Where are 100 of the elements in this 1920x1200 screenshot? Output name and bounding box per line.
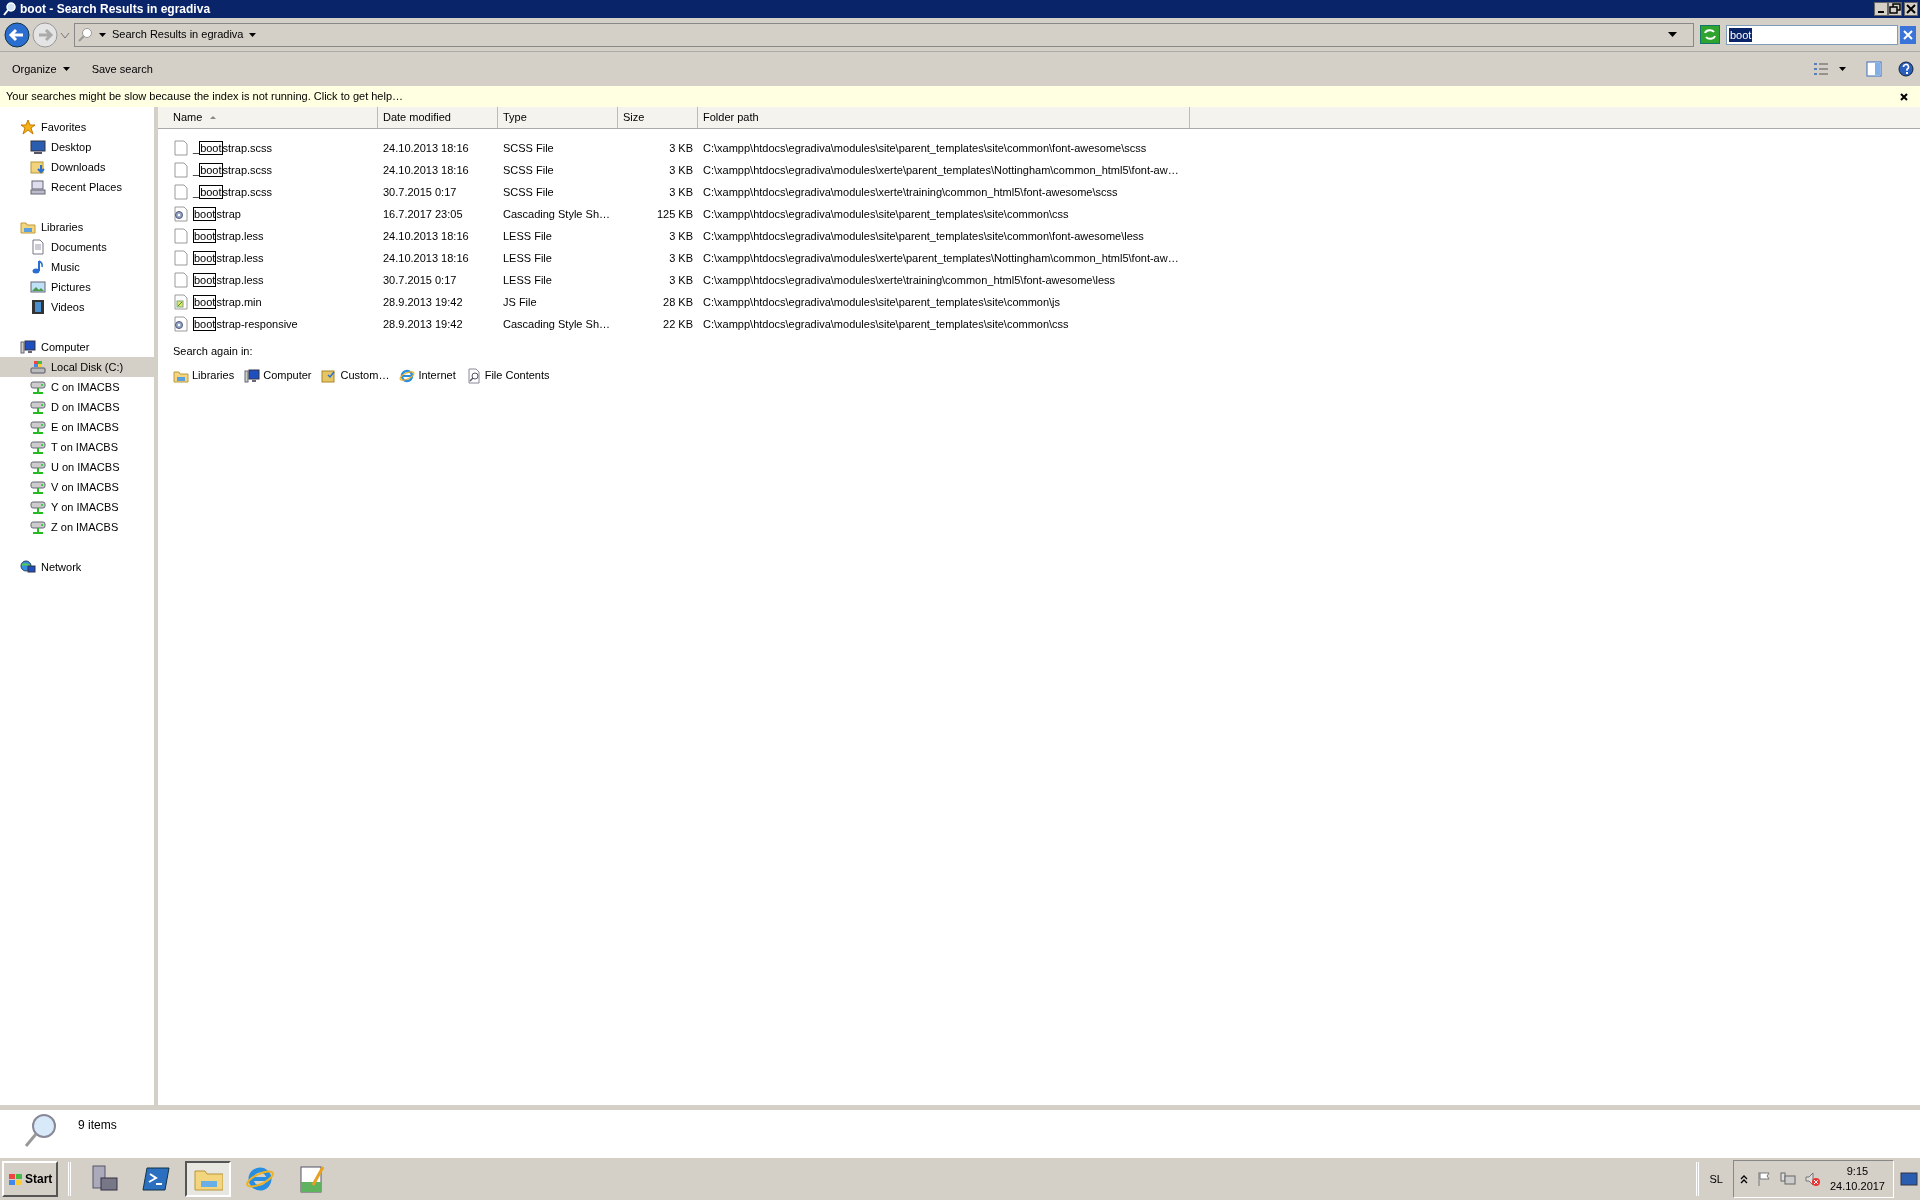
type-cell: LESS File — [503, 229, 552, 242]
info-message[interactable]: Your searches might be slow because the index is not running. Click to get help… — [6, 88, 404, 105]
clear-search-button[interactable] — [1900, 25, 1916, 44]
folder-path-cell: C:\xampp\htdocs\egradiva\modules\site\parent_templates\site\common\css — [703, 317, 1069, 330]
caret-icon — [62, 66, 70, 72]
nav-item[interactable]: Network — [0, 557, 154, 577]
show-desktop-icon[interactable] — [1900, 1170, 1918, 1188]
nav-item[interactable]: T on IMACBS — [0, 437, 154, 457]
dropdown-icon[interactable] — [1668, 31, 1677, 38]
restore-button[interactable] — [1888, 2, 1902, 16]
nav-item[interactable]: Local Disk (C:) — [0, 357, 154, 377]
nav-item[interactable]: Z on IMACBS — [0, 517, 154, 537]
folder-path-cell: C:\xampp\htdocs\egradiva\modules\site\parent_templates\site\common\font-awesome\scss — [703, 141, 1147, 154]
search-field[interactable]: boot — [1726, 24, 1898, 45]
date-cell: 30.7.2015 0:17 — [383, 273, 457, 286]
picture-icon — [30, 279, 46, 295]
file-name: _bootstrap.scss — [193, 161, 273, 179]
nav-item[interactable]: Libraries — [0, 217, 154, 237]
caret-icon[interactable] — [1839, 66, 1846, 72]
type-cell: LESS File — [503, 273, 552, 286]
nav-item[interactable]: Videos — [0, 297, 154, 317]
column-header[interactable]: Type — [498, 107, 618, 128]
back-button[interactable] — [4, 21, 30, 48]
search-location-button[interactable]: Libraries — [173, 365, 235, 386]
computer-icon — [244, 367, 261, 384]
toolbar-button[interactable]: Organize — [6, 57, 76, 81]
type-cell: Cascading Style Sh… — [503, 207, 610, 220]
nav-item[interactable]: Pictures — [0, 277, 154, 297]
info-bar[interactable]: Your searches might be slow because the index is not running. Click to get help… — [0, 86, 1920, 107]
file-name: bootstrap.less — [193, 271, 264, 289]
nav-item[interactable]: D on IMACBS — [0, 397, 154, 417]
breadcrumb-item[interactable]: Search Results in egradiva — [112, 26, 244, 43]
file-name: bootstrap — [193, 205, 241, 223]
search-location-button[interactable]: Computer — [244, 365, 312, 386]
nav-item[interactable]: Music — [0, 257, 154, 277]
nav-item[interactable]: Recent Places — [0, 177, 154, 197]
nav-item[interactable]: Favorites — [0, 117, 154, 137]
preview-pane-icon[interactable] — [1866, 61, 1882, 77]
file-name: bootstrap-responsive — [193, 315, 298, 333]
blank-file-icon — [173, 184, 189, 200]
search-location-button[interactable]: Internet — [399, 365, 456, 386]
drive-icon — [30, 359, 46, 375]
search-again-label: Search again in: — [173, 344, 253, 359]
close-button[interactable] — [1904, 2, 1918, 16]
column-header[interactable]: Name — [158, 107, 378, 128]
flag-icon[interactable] — [1755, 1171, 1772, 1187]
size-cell-text: 3 KB — [669, 228, 693, 244]
column-header[interactable]: Date modified — [378, 107, 498, 128]
chevron-up-icon[interactable] — [1739, 1174, 1748, 1184]
minimize-button[interactable] — [1874, 2, 1888, 16]
nav-item[interactable]: C on IMACBS — [0, 377, 154, 397]
network-drive-icon — [30, 459, 46, 475]
date-cell: 28.9.2013 19:42 — [383, 295, 463, 308]
file-row[interactable]: _bootstrap.scss 24.10.2013 18:16 SCSS File 3 KB C:\xampp\htdocs\egradiva\modules\site\parent_templates\site\common\font-awesome\scss — [158, 137, 1920, 159]
nav-item[interactable]: Downloads — [0, 157, 154, 177]
folder-path-cell: C:\xampp\htdocs\egradiva\modules\xerte\parent_templates\Nottingham\common_html5\font-aw… — [703, 251, 1179, 264]
size-cell-text: 3 KB — [669, 184, 693, 200]
column-header[interactable]: Size — [618, 107, 698, 128]
address-bar[interactable]: Search Results in egradiva — [74, 22, 1694, 47]
nav-item[interactable]: Documents — [0, 237, 154, 257]
file-row[interactable]: bootstrap.less 24.10.2013 18:16 LESS File 3 KB C:\xampp\htdocs\egradiva\modules\xerte\parent_templates\Nottingham\common_html5\font-aw… — [158, 247, 1920, 269]
file-row[interactable]: bootstrap.less 24.10.2013 18:16 LESS File 3 KB C:\xampp\htdocs\egradiva\modules\site\parent_templates\site\common\font-awesome\less — [158, 225, 1920, 247]
file-row[interactable]: bootstrap.less 30.7.2015 0:17 LESS File 3 KB C:\xampp\htdocs\egradiva\modules\xerte\training\common_html5\font-awesome\less — [158, 269, 1920, 291]
size-cell-text: 22 KB — [663, 316, 693, 332]
size-cell-text: 3 KB — [669, 140, 693, 156]
column-header[interactable]: Folder path — [698, 107, 1190, 128]
file-row[interactable]: _bootstrap.scss 30.7.2015 0:17 SCSS File 3 KB C:\xampp\htdocs\egradiva\modules\xerte\training\common_html5\font-awesome\scss — [158, 181, 1920, 203]
network-drive-icon — [30, 379, 46, 395]
clock[interactable]: 9:15 24.10.2017 — [1827, 1164, 1887, 1194]
search-location-button[interactable]: File Contents — [465, 365, 550, 386]
caret-icon[interactable] — [99, 31, 106, 38]
blank-file-icon — [173, 228, 189, 244]
server-toolbox-icon — [89, 1164, 120, 1194]
blank-file-icon — [173, 140, 189, 156]
language-indicator[interactable]: SL — [1705, 1170, 1727, 1188]
nav-item[interactable]: V on IMACBS — [0, 477, 154, 497]
close-icon[interactable] — [1900, 92, 1908, 101]
view-options-icon[interactable] — [1813, 61, 1829, 77]
file-row[interactable]: bootstrap 16.7.2017 23:05 Cascading Style Sh… 125 KB C:\xampp\htdocs\egradiva\modules\site\parent_templates\site\common\css — [158, 203, 1920, 225]
network-drive-icon — [30, 519, 46, 535]
size-cell-text: 3 KB — [669, 250, 693, 266]
type-cell: Cascading Style Sh… — [503, 317, 610, 330]
toolbar-button[interactable]: Save search — [85, 57, 159, 81]
nav-item[interactable]: U on IMACBS — [0, 457, 154, 477]
nav-item[interactable]: E on IMACBS — [0, 417, 154, 437]
refresh-button[interactable] — [1700, 25, 1720, 44]
file-row[interactable]: bootstrap-responsive 28.9.2013 19:42 Cascading Style Sh… 22 KB C:\xampp\htdocs\egradiva\modules\site\parent_templates\site\common\css — [158, 313, 1920, 335]
speaker-muted-icon[interactable] — [1803, 1171, 1820, 1187]
help-icon[interactable] — [1898, 61, 1914, 77]
nav-item[interactable]: Computer — [0, 337, 154, 357]
file-row[interactable]: bootstrap.min 28.9.2013 19:42 JS File 28 KB C:\xampp\htdocs\egradiva\modules\site\parent_templates\site\common\js — [158, 291, 1920, 313]
caret-icon[interactable] — [249, 31, 257, 38]
start-button[interactable]: Start — [2, 1161, 59, 1197]
taskbar-button[interactable] — [185, 1161, 232, 1197]
search-location-button[interactable]: Custom… — [321, 365, 390, 386]
folder-path-cell: C:\xampp\htdocs\egradiva\modules\site\parent_templates\site\common\css — [703, 207, 1069, 220]
nav-item[interactable]: Y on IMACBS — [0, 497, 154, 517]
nav-item[interactable]: Desktop — [0, 137, 154, 157]
network-icon[interactable] — [1779, 1171, 1796, 1187]
file-row[interactable]: _bootstrap.scss 24.10.2013 18:16 SCSS File 3 KB C:\xampp\htdocs\egradiva\modules\xerte\parent_templates\Nottingham\common_html5\font-aw… — [158, 159, 1920, 181]
